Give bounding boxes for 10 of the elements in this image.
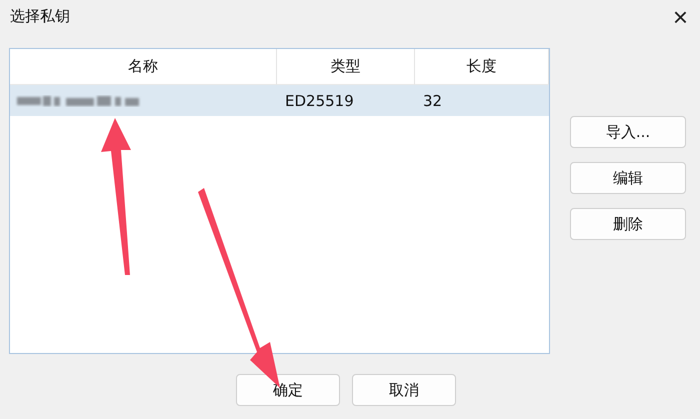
action-button[interactable]: 删除 <box>570 208 686 240</box>
table-cell-text: 32 <box>422 90 444 112</box>
table-cell-text: ED25519 <box>284 90 355 112</box>
dialog-button[interactable]: 取消 <box>352 374 456 406</box>
close-button[interactable]: × <box>668 4 692 30</box>
dialog-button[interactable]: 确定 <box>236 374 340 406</box>
table-row[interactable]: ED25519 32 <box>10 85 549 116</box>
action-button[interactable]: 编辑 <box>570 162 686 194</box>
action-button[interactable]: 导入... <box>570 116 686 148</box>
window-title: 选择私钥 <box>10 7 70 26</box>
